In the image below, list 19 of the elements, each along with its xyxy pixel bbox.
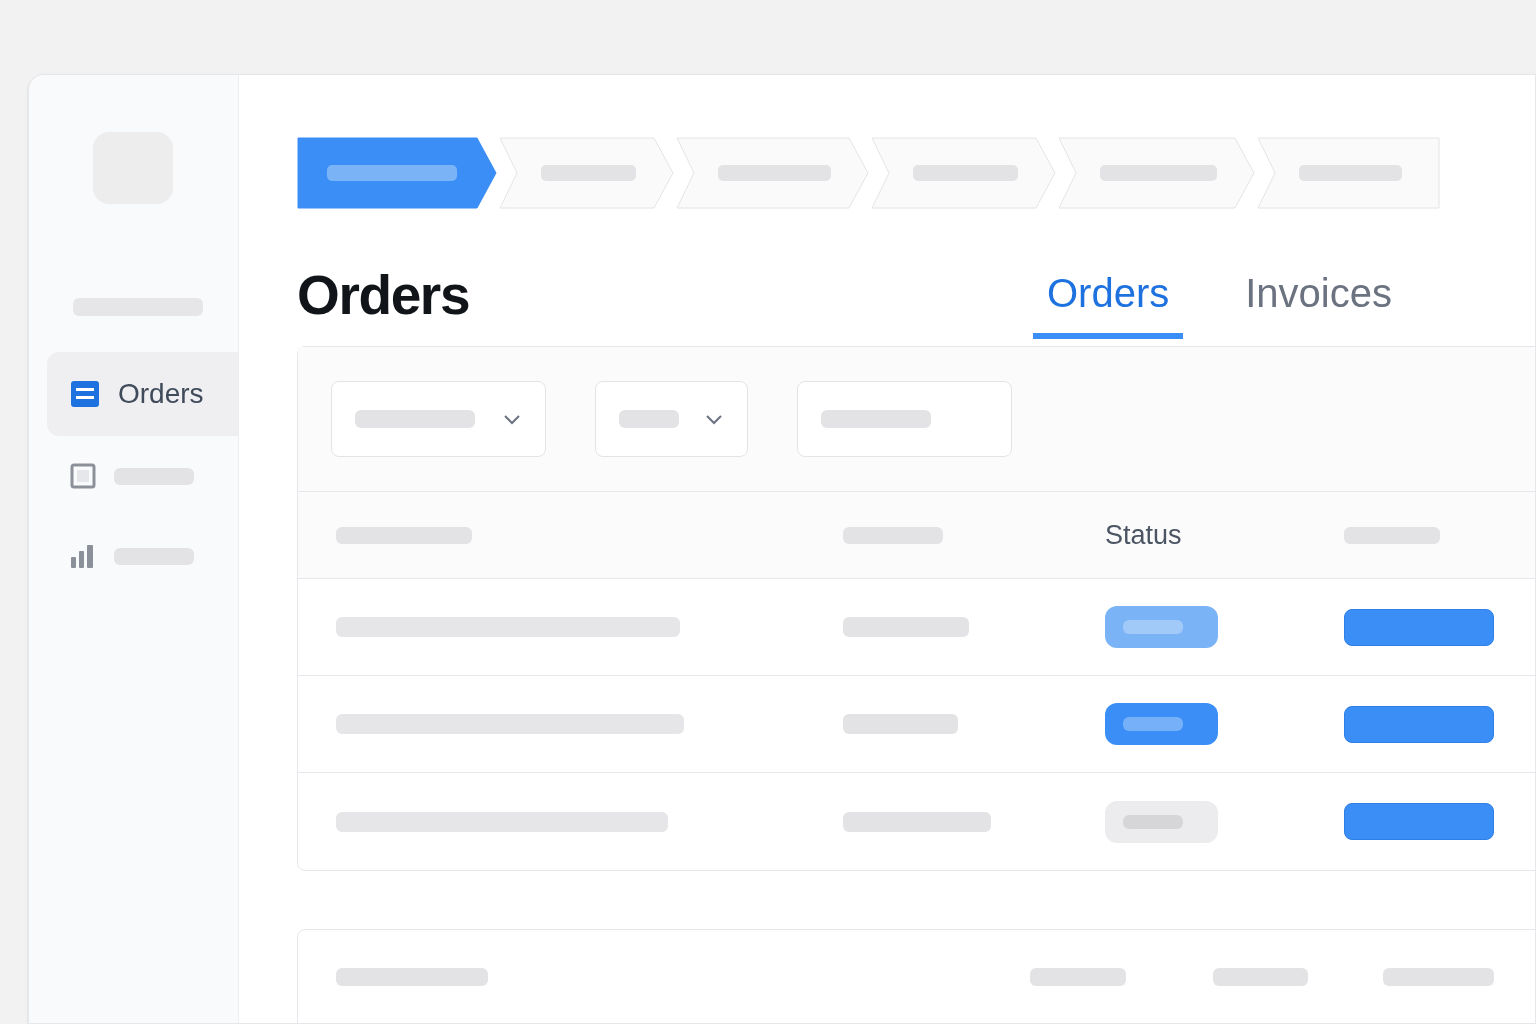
sidebar-item[interactable]: Orders bbox=[47, 352, 238, 436]
page-title: Orders bbox=[297, 262, 471, 328]
list-icon bbox=[70, 380, 100, 408]
step-tab[interactable] bbox=[297, 137, 497, 209]
dropdown[interactable] bbox=[331, 381, 546, 457]
tab[interactable]: Orders bbox=[1033, 251, 1184, 339]
square-icon bbox=[70, 463, 96, 489]
dropdown[interactable] bbox=[595, 381, 748, 457]
placeholder-bar bbox=[619, 410, 679, 428]
bar-chart-icon bbox=[70, 543, 96, 569]
chevron-down-icon bbox=[704, 412, 724, 426]
column-header: Status bbox=[1105, 519, 1182, 550]
placeholder-bar bbox=[1123, 620, 1183, 634]
action-button[interactable] bbox=[1344, 608, 1494, 646]
input-field[interactable] bbox=[797, 381, 1012, 457]
chevron-down-icon bbox=[502, 412, 522, 426]
tab[interactable]: Invoices bbox=[1231, 251, 1406, 339]
placeholder-bar bbox=[1123, 717, 1183, 731]
action-button[interactable] bbox=[1344, 705, 1494, 743]
